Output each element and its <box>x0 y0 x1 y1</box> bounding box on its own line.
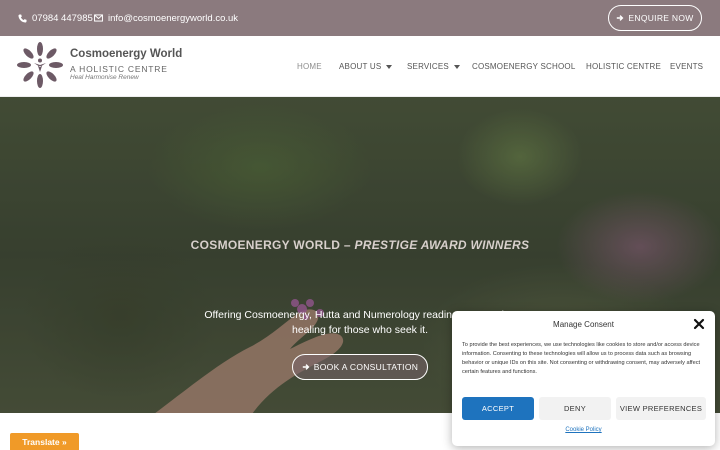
accept-button[interactable]: ACCEPT <box>462 397 534 420</box>
deny-label: DENY <box>563 404 587 413</box>
nav-label: SERVICES <box>407 62 449 71</box>
brand-name[interactable]: Cosmoenergy World <box>70 48 182 60</box>
envelope-icon <box>94 14 103 22</box>
nav-item-holistic-centre[interactable]: HOLISTIC CENTRE <box>586 36 661 97</box>
top-bar: 07984 447985 info@cosmoenergyworld.co.uk… <box>0 0 720 36</box>
nav-label: COSMOENERGY SCHOOL <box>472 62 576 71</box>
view-preferences-label: VIEW PREFERENCES <box>619 404 703 413</box>
translate-label: Translate » <box>22 436 67 447</box>
hero-title: COSMOENERGY WORLD – PRESTIGE AWARD WINNE… <box>0 238 720 252</box>
nav-label: ABOUT US <box>339 62 382 71</box>
deny-button[interactable]: DENY <box>539 397 611 420</box>
translate-button[interactable]: Translate » <box>10 433 79 450</box>
cookie-consent-dialog: Manage Consent To provide the best exper… <box>452 311 715 446</box>
consent-title: Manage Consent <box>553 320 614 329</box>
enquire-label: ENQUIRE NOW <box>628 13 694 23</box>
phone-link[interactable]: 07984 447985 <box>18 0 93 36</box>
view-preferences-button[interactable]: VIEW PREFERENCES <box>616 397 706 420</box>
nav-item-services[interactable]: SERVICES <box>407 36 460 97</box>
caret-down-icon <box>386 64 393 69</box>
enquire-now-button[interactable]: ENQUIRE NOW <box>608 5 702 31</box>
nav-item-about-us[interactable]: ABOUT US <box>339 36 393 97</box>
cookie-policy-link[interactable]: Cookie Policy <box>452 427 715 433</box>
caret-down-icon <box>453 64 460 69</box>
nav-item-events[interactable]: EVENTS <box>670 36 703 97</box>
email-link[interactable]: info@cosmoenergyworld.co.uk <box>94 0 238 36</box>
arrow-right-icon <box>617 15 624 21</box>
phone-icon <box>18 13 27 23</box>
nav-label: HOME <box>297 62 322 71</box>
hero-title-main: COSMOENERGY WORLD – <box>190 238 355 252</box>
brand-subtitle: A HOLISTIC CENTRE <box>70 64 168 74</box>
book-consultation-button[interactable]: BOOK A CONSULTATION <box>292 354 428 380</box>
book-consultation-label: BOOK A CONSULTATION <box>313 362 419 372</box>
brand-tagline: Heal Harmonise Renew <box>70 74 139 81</box>
email-address: info@cosmoenergyworld.co.uk <box>108 12 239 24</box>
nav-item-cosmoenergy-school[interactable]: COSMOENERGY SCHOOL <box>472 36 575 97</box>
arrow-right-icon <box>302 364 310 370</box>
lotus-logo-icon[interactable] <box>16 41 64 89</box>
nav-label: EVENTS <box>670 62 704 71</box>
nav-item-home[interactable]: HOME <box>297 36 322 97</box>
close-icon[interactable] <box>693 318 705 330</box>
site-header: Cosmoenergy World A HOLISTIC CENTRE Heal… <box>0 36 720 97</box>
phone-number: 07984 447985 <box>32 12 93 24</box>
accept-label: ACCEPT <box>481 404 515 413</box>
nav-label: HOLISTIC CENTRE <box>586 62 662 71</box>
consent-description: To provide the best experiences, we use … <box>462 342 701 375</box>
hero-title-emphasis: PRESTIGE AWARD WINNERS <box>354 238 530 252</box>
